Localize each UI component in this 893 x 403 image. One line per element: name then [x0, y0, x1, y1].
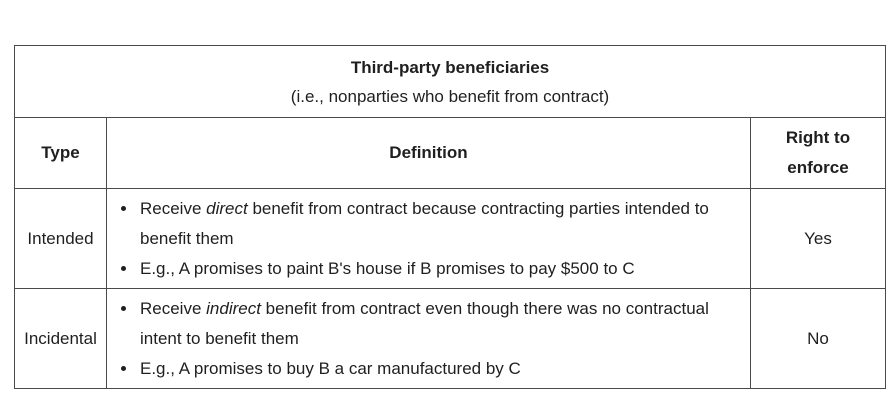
example-bullet: E.g., A promises to paint B's house if B…	[138, 254, 750, 284]
type-cell: Intended	[14, 188, 107, 289]
table-title-cell: Third-party beneficiaries (i.e., nonpart…	[13, 45, 887, 118]
definition-bullet: Receive direct benefit from contract bec…	[138, 194, 750, 254]
definition-list: Receive direct benefit from contract bec…	[107, 194, 750, 284]
header-right-line2: enforce	[787, 158, 849, 177]
right-to-enforce-cell: Yes	[749, 188, 887, 289]
definition-bullet: Receive indirect benefit from contract e…	[138, 294, 750, 354]
table-title: Third-party beneficiaries	[350, 57, 550, 77]
header-right-to-enforce: Right to enforce	[749, 117, 887, 189]
example-bullet: E.g., A promises to buy B a car manufact…	[138, 354, 750, 384]
header-right-line1: Right to	[785, 128, 851, 147]
type-cell: Incidental	[14, 288, 107, 389]
table-subtitle: (i.e., nonparties who benefit from contr…	[290, 86, 610, 106]
definition-cell: Receive direct benefit from contract bec…	[106, 188, 751, 289]
right-to-enforce-cell: No	[749, 288, 887, 389]
beneficiaries-table: Third-party beneficiaries (i.e., nonpart…	[13, 45, 887, 389]
header-type: Type	[14, 117, 107, 189]
table-row-intended: Intended Receive direct benefit from con…	[14, 188, 887, 289]
definition-cell: Receive indirect benefit from contract e…	[106, 288, 751, 389]
bullet-text: Receive	[140, 298, 207, 318]
header-row: Type Definition Right to enforce	[14, 117, 887, 189]
table-title-row: Third-party beneficiaries (i.e., nonpart…	[13, 45, 887, 118]
header-definition: Definition	[106, 117, 751, 189]
bullet-emphasis: direct	[206, 198, 248, 218]
bullet-emphasis: indirect	[206, 298, 261, 318]
definition-list: Receive indirect benefit from contract e…	[107, 294, 750, 384]
table-row-incidental: Incidental Receive indirect benefit from…	[14, 288, 887, 389]
bullet-text: Receive	[140, 198, 207, 218]
